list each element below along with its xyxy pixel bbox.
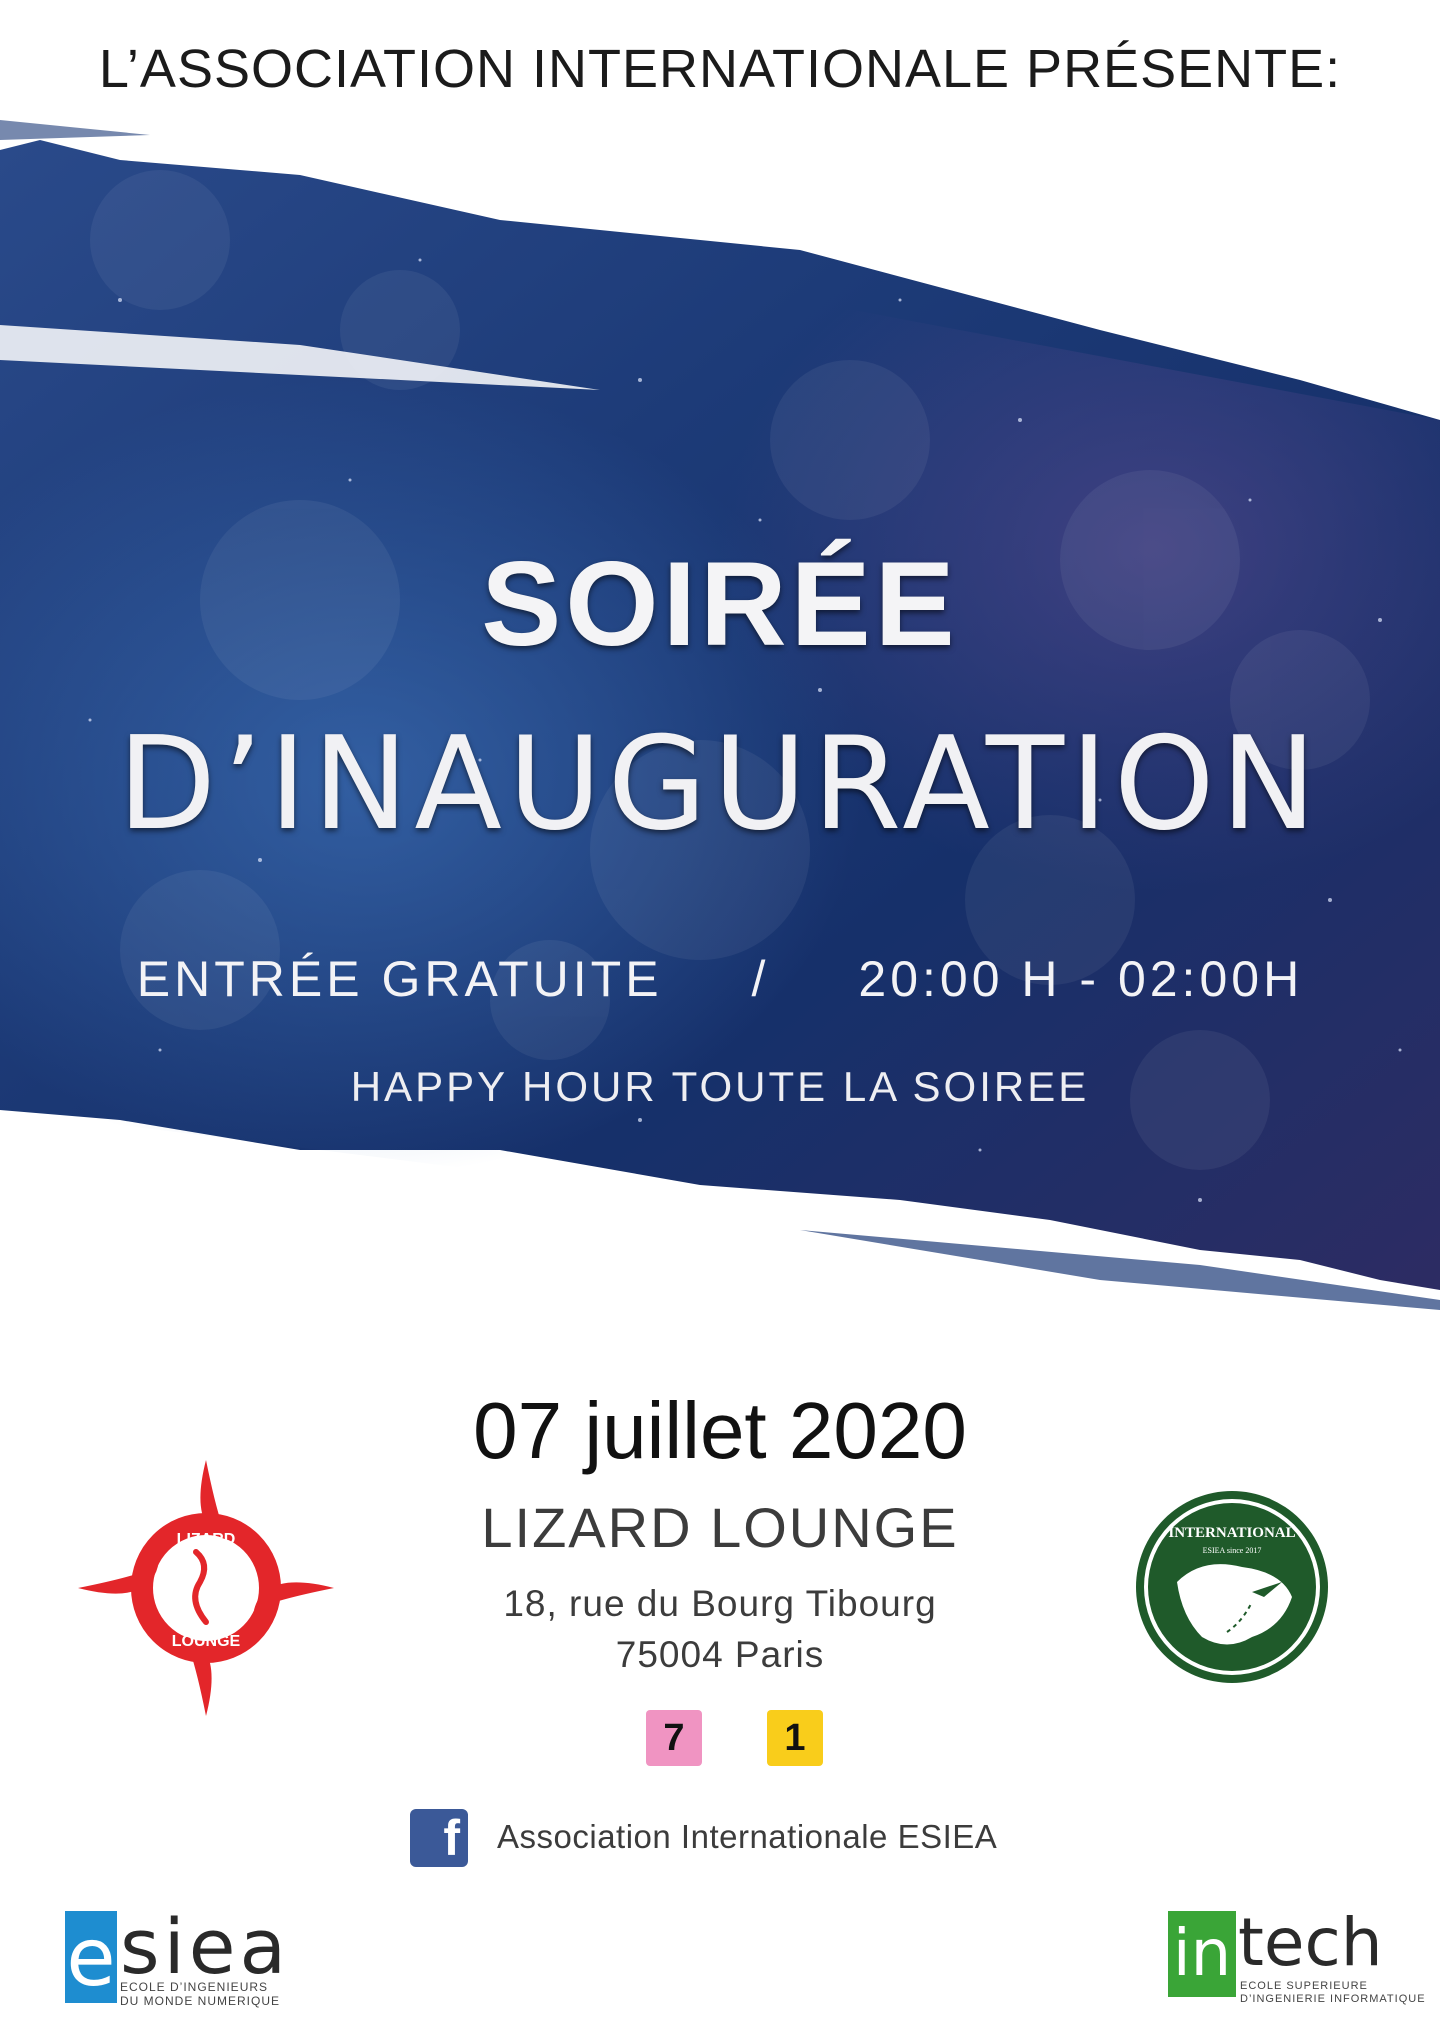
presenter-heading: L’ASSOCIATION INTERNATIONALE PRÉSENTE:	[98, 39, 1342, 99]
metro-line-1-badge: 1	[767, 1710, 823, 1766]
intech-logo-mark: in	[1168, 1911, 1236, 1997]
hours-text: 20:00 H - 02:00H	[858, 951, 1304, 1007]
intech-tagline-1: ECOLE SUPERIEURE	[1240, 1980, 1368, 1992]
event-subtitle: D’INAUGURATION	[117, 710, 1323, 859]
lizard-logo-top-text: LIZARD	[177, 1531, 236, 1548]
international-association-logo: INTERNATIONAL ESIEA since 2017	[1136, 1491, 1328, 1683]
intech-tagline-2: D’INGENIERIE INFORMATIQUE	[1240, 1993, 1426, 2005]
facebook-page-label[interactable]: Association Internationale ESIEA	[497, 1818, 997, 1856]
separator: /	[751, 951, 770, 1007]
facebook-icon[interactable]: f	[410, 1809, 468, 1867]
esiea-tagline-1: ECOLE D’INGENIEURS	[120, 1980, 269, 1994]
happy-hour-text: HAPPY HOUR TOUTE LA SOIREE	[350, 1063, 1090, 1110]
intech-logo-tagline: ECOLE SUPERIEURE D’INGENIERIE INFORMATIQ…	[1240, 1980, 1426, 2006]
intech-logo-word: tech	[1238, 1904, 1383, 1981]
intl-logo-text: INTERNATIONAL	[1168, 1525, 1295, 1541]
lizard-logo-bottom-text: LOUNGE	[172, 1633, 241, 1650]
intl-logo-subtext: ESIEA since 2017	[1203, 1546, 1262, 1555]
esiea-logo-tagline: ECOLE D’INGENIEURS DU MONDE NUMERIQUE	[120, 1980, 280, 2008]
esiea-tagline-2: DU MONDE NUMERIQUE	[120, 1994, 281, 2008]
entry-hours-line: ENTRÉE GRATUITE / 20:00 H - 02:00H	[0, 950, 1440, 1008]
entry-text: ENTRÉE GRATUITE	[136, 951, 663, 1007]
event-title: SOIRÉE	[481, 537, 959, 671]
esiea-logo-mark: e	[65, 1910, 117, 2004]
metro-line-1-number: 1	[784, 1716, 806, 1759]
metro-line-7-badge: 7	[646, 1710, 702, 1766]
esiea-logo-word: siea	[120, 1902, 291, 1991]
metro-line-7-number: 7	[663, 1716, 685, 1759]
lizard-lounge-logo: LIZARD LOUNGE	[78, 1460, 334, 1716]
